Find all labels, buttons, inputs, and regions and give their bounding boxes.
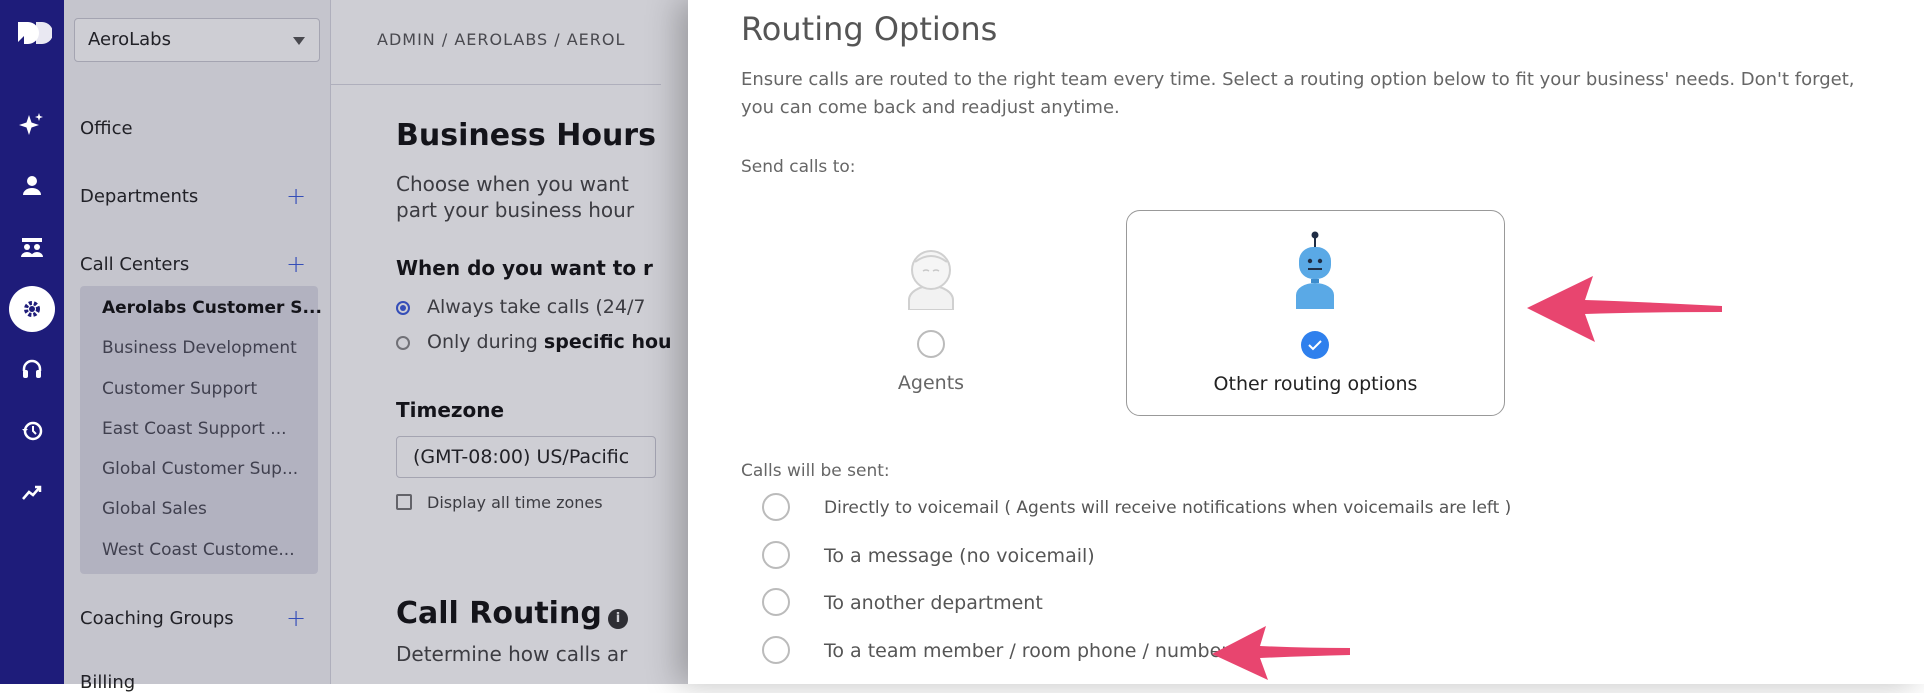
option-label: To a message (no voicemail) [824, 545, 1095, 567]
history-icon[interactable] [16, 415, 48, 447]
routing-options-description: Ensure calls are routed to the right tea… [741, 69, 1855, 118]
app-rail [0, 0, 64, 684]
other-routing-radio[interactable] [1301, 331, 1329, 359]
option-label: To another department [824, 592, 1043, 614]
routing-options-title: Routing Options [741, 10, 998, 48]
agents-card[interactable]: Agents [836, 210, 1026, 416]
option-radio[interactable] [762, 636, 790, 664]
agents-radio[interactable] [917, 330, 945, 358]
annotation-arrow [1527, 276, 1722, 342]
option-radio[interactable] [762, 493, 790, 521]
analytics-icon[interactable] [16, 477, 48, 509]
option-radio[interactable] [762, 541, 790, 569]
modal-backdrop[interactable] [64, 0, 688, 684]
agents-card-label: Agents [897, 372, 965, 394]
headset-icon[interactable] [16, 353, 48, 385]
routing-options-panel: Routing Options Ensure calls are routed … [688, 0, 1924, 684]
check-icon [1308, 340, 1322, 351]
dialpad-logo-icon[interactable] [12, 18, 53, 48]
sparkle-icon[interactable] [16, 109, 48, 141]
send-calls-to-label: Send calls to: [741, 157, 856, 177]
settings-icon[interactable] [9, 286, 55, 332]
option-radio[interactable] [762, 588, 790, 616]
agent-avatar-icon [903, 246, 959, 314]
option-label: Directly to voicemail ( Agents will rece… [824, 498, 1512, 518]
robot-icon [1292, 231, 1338, 315]
calls-will-be-sent-label: Calls will be sent: [741, 461, 890, 481]
other-routing-card-label: Other routing options [1213, 373, 1418, 395]
annotation-arrow [1212, 626, 1350, 680]
person-icon[interactable] [16, 169, 48, 201]
option-label: To a team member / room phone / number [824, 640, 1230, 662]
contact-center-icon[interactable] [16, 231, 48, 263]
other-routing-card[interactable]: Other routing options [1126, 210, 1505, 416]
